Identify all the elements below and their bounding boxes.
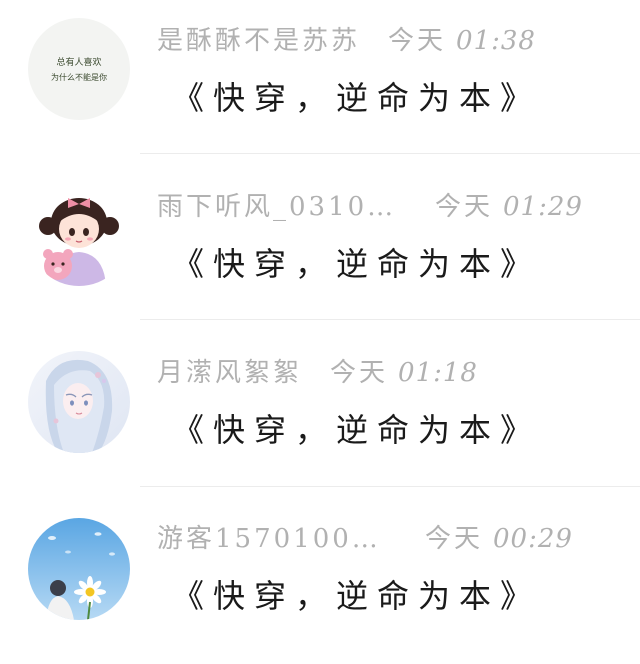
pastel-anime-girl-avatar-icon [28,351,130,453]
comment-text[interactable]: 《快穿，逆命为本》 [172,244,541,284]
comment-meta: 雨下听风_031097… 今天 01:29 [157,190,583,224]
comment-text[interactable]: 《快穿，逆命为本》 [172,410,541,450]
comment-meta: 游客1570100998538 今天 00:29 [157,522,573,556]
timestamp-time: 01:29 [503,192,583,222]
divider [140,153,640,154]
timestamp: 今天 01:18 [330,356,478,390]
avatar[interactable] [28,184,130,286]
divider [140,486,640,487]
comment-item: 总有人喜欢 为什么不能是你 是酥酥不是苏苏 今天 01:38 《快穿，逆命为本》 [0,0,640,166]
comment-item: 游客1570100998538 今天 00:29 《快穿，逆命为本》 [0,498,640,664]
timestamp: 今天 01:29 [435,190,583,224]
timestamp-day: 今天 [388,26,447,56]
timestamp-day: 今天 [425,524,484,554]
username-link[interactable]: 游客1570100998538 [157,522,397,556]
comment-item: 月潆风絮絮 今天 01:18 《快穿，逆命为本》 [0,332,640,498]
comment-meta: 是酥酥不是苏苏 今天 01:38 [157,24,536,58]
username-link[interactable]: 雨下听风_031097… [157,190,407,224]
avatar-caption-line: 为什么不能是你 [51,72,107,82]
comment-meta: 月潆风絮絮 今天 01:18 [157,356,478,390]
timestamp-time: 00:29 [493,524,573,554]
avatar-caption-line: 总有人喜欢 [56,56,101,68]
comment-text[interactable]: 《快穿，逆命为本》 [172,576,541,616]
timestamp: 今天 00:29 [425,522,573,556]
comment-feed: 总有人喜欢 为什么不能是你 是酥酥不是苏苏今天01:38 《快穿，逆命为本》 [0,0,640,644]
comment-item: 雨下听风_031097… 今天 01:29 《快穿，逆命为本》 [0,166,640,332]
cartoon-girl-with-bear-avatar-icon [28,184,130,286]
divider [140,319,640,320]
timestamp-day: 今天 [330,358,389,388]
username-link[interactable]: 月潆风絮絮 [157,356,302,390]
avatar[interactable]: 总有人喜欢 为什么不能是你 [28,18,130,120]
timestamp-time: 01:38 [456,26,536,56]
comment-text[interactable]: 《快穿，逆命为本》 [172,78,541,118]
avatar[interactable] [28,351,130,453]
blue-sky-daisy-avatar-icon [28,518,130,620]
timestamp: 今天 01:38 [388,24,536,58]
handwritten-text-avatar-icon: 总有人喜欢 为什么不能是你 [28,18,130,120]
avatar[interactable] [28,518,130,620]
timestamp-time: 01:18 [398,358,478,388]
username-link[interactable]: 是酥酥不是苏苏 [157,24,360,58]
timestamp-day: 今天 [435,192,494,222]
